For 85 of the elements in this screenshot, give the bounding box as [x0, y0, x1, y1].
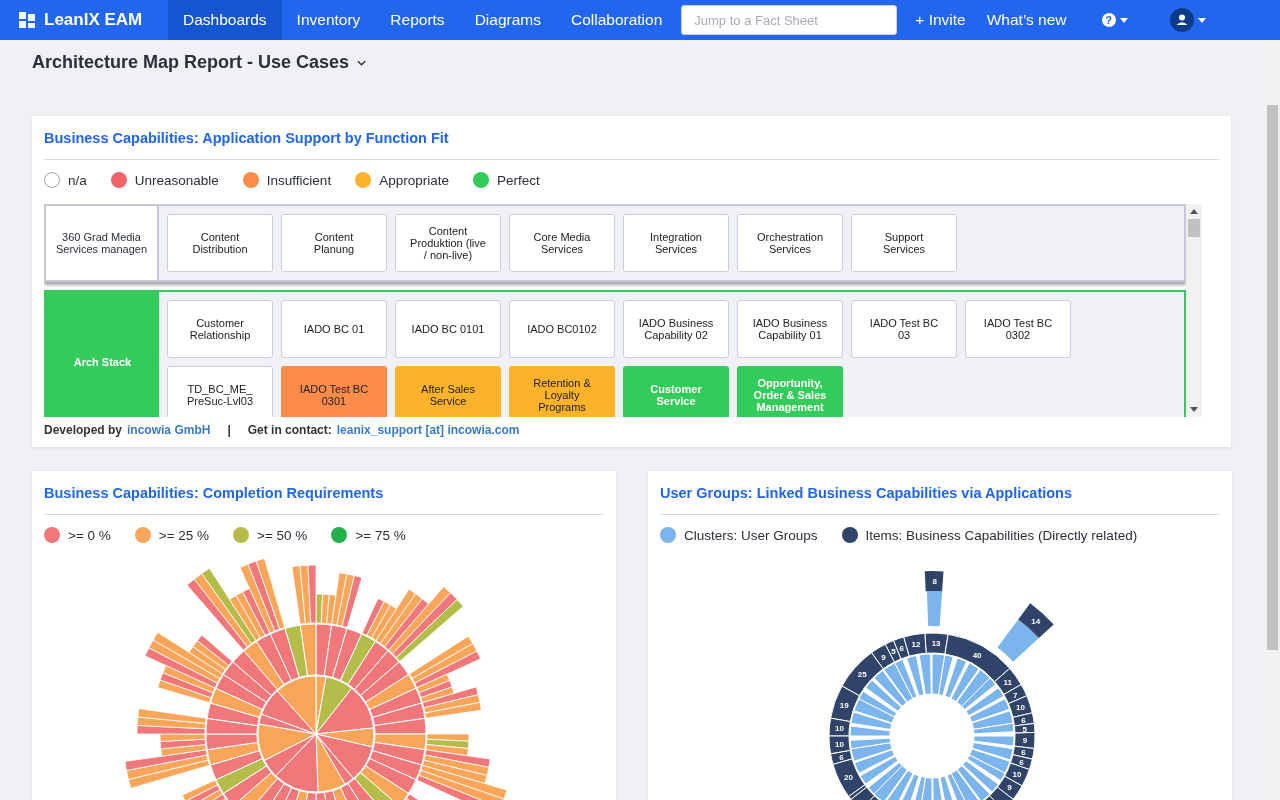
segment-label: 8	[932, 577, 937, 586]
nav-tab[interactable]: Diagrams	[459, 0, 556, 40]
legend-label: >= 0 %	[68, 527, 111, 543]
invite-button[interactable]: + Invite	[897, 11, 981, 29]
legend-label: >= 25 %	[158, 527, 210, 543]
capability-box[interactable]: Retention & Loyalty Programs	[509, 366, 615, 417]
caret-icon	[1197, 17, 1206, 23]
segment-label: 6	[1021, 715, 1026, 725]
segment-label: 9	[1022, 736, 1028, 746]
capability-box[interactable]: After Sales Service	[395, 366, 501, 417]
footer-separator: |	[226, 423, 232, 437]
capability-box[interactable]: IADO BC0102	[509, 300, 615, 358]
capability-box[interactable]: Content Distribution	[167, 214, 273, 272]
segment-label: 10	[1012, 769, 1022, 779]
capability-box[interactable]: Support Services	[851, 214, 957, 272]
card-title: Business Capabilities: Completion Requirements	[44, 483, 604, 515]
footer-label: Get in contact:	[247, 423, 332, 437]
capability-box[interactable]: Orchestration Services	[737, 214, 843, 272]
scrollbar-thumb[interactable]	[1188, 219, 1200, 237]
segment-label: 6	[899, 644, 904, 654]
segment-label: 6	[1021, 748, 1026, 758]
segment-label: 19	[839, 701, 849, 710]
legend-label: Clusters: User Groups	[684, 527, 818, 543]
segment-label: 6	[1019, 757, 1024, 767]
capability-box[interactable]: IADO Test BC 03	[851, 300, 957, 358]
avatar-icon	[1169, 8, 1194, 32]
scroll-down-icon[interactable]	[1190, 407, 1198, 412]
nav-tab[interactable]: Reports	[375, 0, 460, 40]
segment-label: 9	[881, 652, 886, 662]
capability-box[interactable]: Core Media Services	[509, 214, 615, 272]
nav-tab[interactable]: Dashboards	[168, 0, 282, 40]
legend-label: Insufficient	[266, 172, 332, 188]
capability-box[interactable]: Content Planung	[281, 214, 387, 272]
footer-label: Developed by	[44, 423, 123, 437]
segment-label: 25	[857, 670, 867, 680]
segment-label: 12	[911, 640, 921, 650]
card-title: User Groups: Linked Business Capabilities via Applications	[660, 483, 1220, 515]
help-menu-button[interactable]: ?	[1087, 13, 1142, 27]
page-title: Architecture Map Report - Use Cases	[32, 51, 350, 73]
nav-tab[interactable]: Collaboration	[555, 0, 678, 40]
segment-label: 5	[891, 647, 896, 657]
capability-box[interactable]: IADO Business Capability 01	[737, 300, 843, 358]
logo-icon	[18, 11, 36, 29]
capability-box[interactable]: IADO Business Capability 02	[623, 300, 729, 358]
capability-box[interactable]: IADO Test BC 0302	[965, 300, 1071, 358]
caret-icon	[1119, 17, 1128, 23]
scrollbar[interactable]	[1186, 204, 1202, 417]
segment-label: 40	[972, 650, 982, 660]
legend-label: n/a	[68, 172, 87, 188]
segment-label: 9	[1007, 783, 1012, 793]
legend-label: >= 50 %	[257, 527, 308, 543]
legend-label: >= 75 %	[355, 527, 406, 543]
scrollbar[interactable]	[1265, 40, 1280, 800]
search-field[interactable]: Jump to a Fact Sheet	[681, 5, 898, 35]
capability-box[interactable]: TD_BC_ME_ PreSuc-Lvl03	[167, 366, 273, 417]
nav-tab[interactable]: Inventory	[281, 0, 376, 40]
segment-label: 10	[1015, 703, 1025, 713]
capability-box[interactable]: Integration Services	[623, 214, 729, 272]
legend-label: Items: Business Capabilities (Directly related)	[865, 527, 1138, 543]
capability-box[interactable]: Content Produktion (live / non-live)	[395, 214, 501, 272]
legend-label: Unreasonable	[134, 172, 219, 188]
legend-label: Appropriate	[379, 172, 449, 188]
segment-label: 14	[1031, 616, 1041, 626]
caret-icon	[357, 60, 367, 66]
app-name[interactable]: LeanIX EAM	[44, 10, 143, 30]
segment-label: 11	[1003, 678, 1012, 687]
legend-label: Perfect	[496, 172, 540, 188]
scrollbar-thumb[interactable]	[1267, 105, 1278, 650]
scroll-up-icon[interactable]	[1190, 209, 1198, 214]
contact-link[interactable]: leanix_support [at] incowia.com	[336, 423, 520, 437]
developer-link[interactable]: incowia GmbH	[127, 423, 211, 437]
segment-label: 10	[834, 740, 844, 750]
capability-box[interactable]: IADO Test BC 0301	[281, 366, 387, 417]
whats-new-link[interactable]: What’s new	[980, 11, 1082, 29]
segment-label: 7	[1012, 690, 1018, 700]
segment-label: 10	[834, 723, 844, 733]
segment-label: 5	[1022, 724, 1027, 734]
card-title: Business Capabilities: Application Support by Function Fit	[44, 128, 1219, 160]
capability-box[interactable]: Customer Relationship	[167, 300, 273, 358]
capability-box[interactable]: IADO BC 0101	[395, 300, 501, 358]
capability-box[interactable]: IADO BC 01	[281, 300, 387, 358]
segment-label: 20	[843, 772, 853, 782]
group-header[interactable]: 360 Grad Media Services managen	[46, 206, 159, 280]
segment-label: 13	[931, 639, 941, 649]
segment-label: 6	[839, 752, 844, 762]
